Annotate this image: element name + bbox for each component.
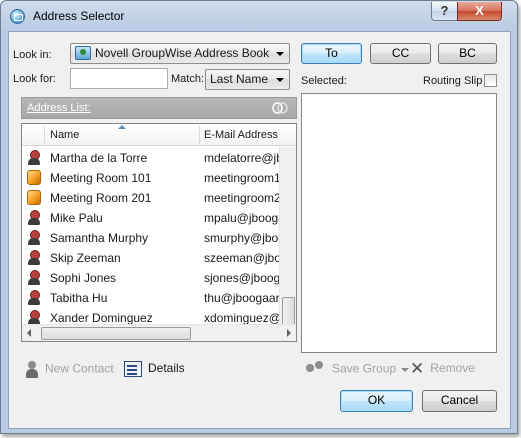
sort-ascending-icon [118,125,126,129]
entry-name: Meeting Room 101 [50,171,152,185]
entry-email: meetingroom101@jboogaard [204,171,280,185]
address-list-bar: Address List: [21,97,297,119]
routing-slip-checkbox[interactable] [484,74,497,87]
bc-button[interactable]: BC [438,43,497,64]
entry-email: mpalu@jboogaard [204,211,280,225]
lookin-select[interactable]: Novell GroupWise Address Book [70,43,290,64]
horizontal-scrollbar[interactable] [22,324,296,341]
new-contact-label: New Contact [45,361,114,376]
remove-icon: ✕ [410,358,425,378]
match-label: Match: [171,73,205,85]
entry-email: smurphy@jboogaard [204,231,280,245]
address-rows: Martha de la Torre mdelatorre@jboogaard M… [22,148,280,328]
new-contact-icon [25,361,39,378]
entry-email: szeeman@jboogaard [204,251,280,265]
entry-name: Mike Palu [50,211,103,225]
resource-icon [27,190,41,205]
address-book-icon [10,9,25,24]
address-selector-window: Address Selector ? X Look in: Novell Gro… [0,0,518,434]
column-separator [199,126,200,144]
list-item[interactable]: Samantha Murphy smurphy@jboogaard [22,228,280,248]
entry-email: meetingroom201@jboogaard [204,191,280,205]
cc-button[interactable]: CC [370,43,431,64]
entry-name: Martha de la Torre [50,151,148,165]
scroll-thumb[interactable] [41,327,191,340]
column-separator [44,126,45,144]
entry-email: thu@jboogaard [204,291,280,305]
entry-name: Skip Zeeman [50,251,121,265]
remove-button[interactable]: ✕ Remove [410,358,475,378]
chevron-down-icon[interactable] [401,367,410,372]
column-header-row: Name E-Mail Address [22,124,296,146]
entry-name: Sophi Jones [50,271,117,285]
lookfor-label: Look for: [13,73,56,85]
list-item[interactable]: Meeting Room 201 meetingroom201@jboogaard [22,188,280,208]
lookfor-input[interactable] [70,68,168,89]
routing-slip-label: Routing Slip [423,75,483,87]
chevron-down-icon [276,78,284,82]
scroll-right-icon[interactable] [287,329,291,337]
to-button[interactable]: To [301,43,362,64]
person-icon [27,270,41,285]
link-icon[interactable] [272,101,288,115]
list-item[interactable]: Martha de la Torre mdelatorre@jboogaard [22,148,280,168]
details-icon [124,361,142,377]
address-list-title: Address List: [27,102,91,114]
cancel-button[interactable]: Cancel [422,390,497,412]
person-icon [27,210,41,225]
entry-email: mdelatorre@jboogaard [204,151,280,165]
address-list[interactable]: Name E-Mail Address Martha de la Torre md… [21,123,297,342]
entry-name: Xander Dominguez [50,311,153,325]
close-button[interactable]: X [457,2,502,21]
remove-label: Remove [430,361,475,375]
list-item[interactable]: Mike Palu mpalu@jboogaard [22,208,280,228]
new-contact-button[interactable]: New Contact [25,361,114,378]
scroll-left-icon[interactable] [27,329,31,337]
person-icon [27,150,41,165]
save-group-label: Save Group [332,361,397,376]
lookin-value: Novell GroupWise Address Book [95,46,270,60]
match-value: Last Name [210,72,269,86]
person-icon [27,230,41,245]
address-book-icon [75,45,91,60]
resource-icon [27,170,41,185]
person-icon [27,290,41,305]
details-button[interactable]: Details [124,361,185,377]
help-button[interactable]: ? [431,2,458,21]
entry-name: Samantha Murphy [50,231,149,245]
title-bar[interactable]: Address Selector ? X [1,1,517,31]
person-icon [27,250,41,265]
list-item[interactable]: Sophi Jones sjones@jboogaard [22,268,280,288]
details-label: Details [148,361,185,376]
window-title: Address Selector [33,9,125,23]
list-item[interactable]: Skip Zeeman szeeman@jboogaard [22,248,280,268]
selected-label: Selected: [301,75,347,87]
column-header-name[interactable]: Name [50,129,79,141]
chevron-down-icon [276,52,284,56]
group-icon [306,361,326,378]
person-icon [27,310,41,325]
entry-name: Meeting Room 201 [50,191,152,205]
vertical-scrollbar[interactable] [279,147,296,339]
column-header-email[interactable]: E-Mail Address [204,129,278,141]
list-item[interactable]: Tabitha Hu thu@jboogaard [22,288,280,308]
match-select[interactable]: Last Name [205,69,290,90]
dialog-body: Look in: Novell GroupWise Address Book L… [8,31,511,429]
lookin-label: Look in: [13,49,52,61]
list-item[interactable]: Meeting Room 101 meetingroom101@jboogaard [22,168,280,188]
selected-list[interactable] [301,93,497,353]
ok-button[interactable]: OK [340,390,413,412]
entry-email: xdominguez@jboogaard [204,311,280,325]
entry-name: Tabitha Hu [50,291,108,305]
save-group-button[interactable]: Save Group [306,361,410,378]
entry-email: sjones@jboogaard [204,271,280,285]
